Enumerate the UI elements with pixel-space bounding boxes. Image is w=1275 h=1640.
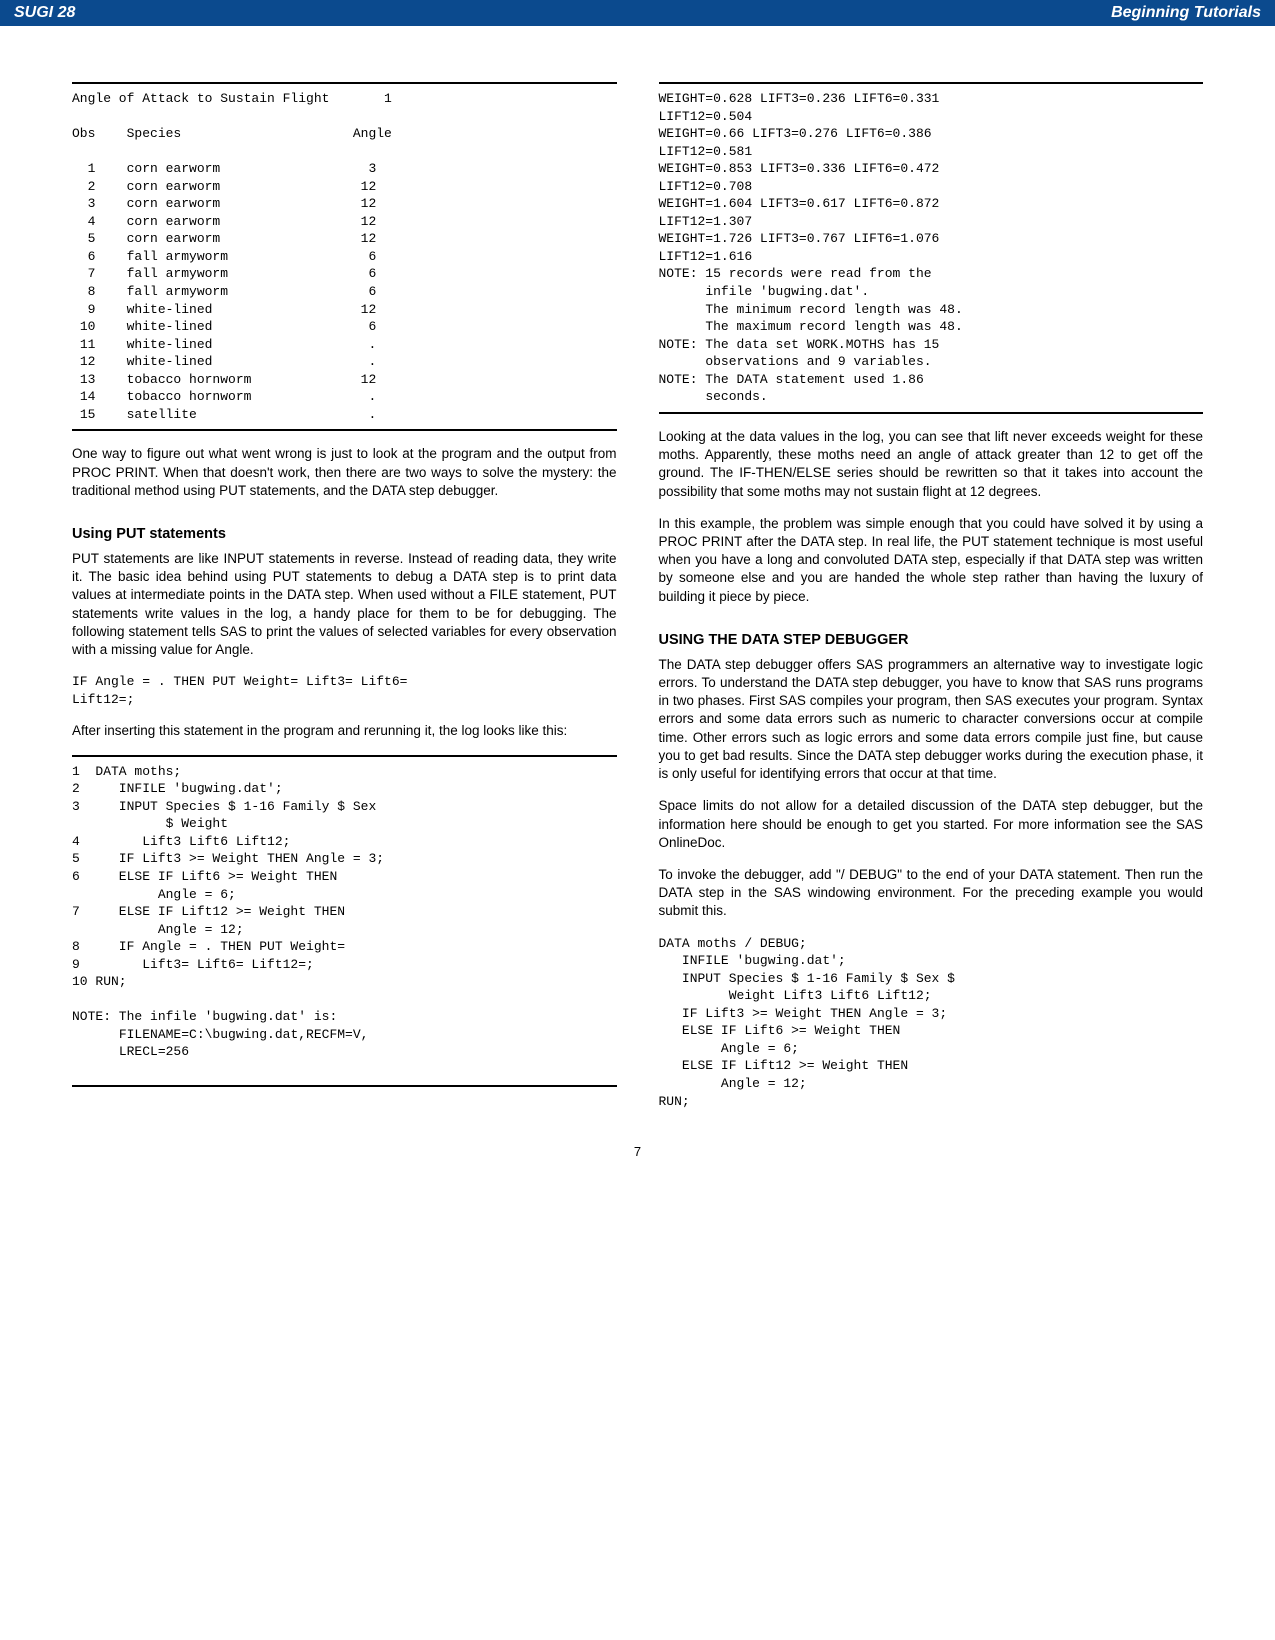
paragraph: In this example, the problem was simple … bbox=[659, 515, 1204, 606]
right-column: WEIGHT=0.628 LIFT3=0.236 LIFT6=0.331 LIF… bbox=[659, 76, 1204, 1124]
paragraph: PUT statements are like INPUT statements… bbox=[72, 550, 617, 659]
paragraph: After inserting this statement in the pr… bbox=[72, 722, 617, 740]
two-column-layout: Angle of Attack to Sustain Flight 1 Obs … bbox=[72, 76, 1203, 1124]
paragraph: Space limits do not allow for a detailed… bbox=[659, 797, 1204, 852]
output-listing-box: Angle of Attack to Sustain Flight 1 Obs … bbox=[72, 82, 617, 431]
section-heading-put: Using PUT statements bbox=[72, 526, 617, 542]
section-heading-debugger: USING THE DATA STEP DEBUGGER bbox=[659, 632, 1204, 648]
header-left: SUGI 28 bbox=[14, 4, 75, 22]
paragraph: The DATA step debugger offers SAS progra… bbox=[659, 656, 1204, 784]
header-right: Beginning Tutorials bbox=[1111, 4, 1261, 22]
page-body: Angle of Attack to Sustain Flight 1 Obs … bbox=[0, 26, 1275, 1189]
paragraph: One way to figure out what went wrong is… bbox=[72, 445, 617, 500]
paragraph: To invoke the debugger, add "/ DEBUG" to… bbox=[659, 866, 1204, 921]
paragraph: Looking at the data values in the log, y… bbox=[659, 428, 1204, 501]
log-listing-box: 1 DATA moths; 2 INFILE 'bugwing.dat'; 3 … bbox=[72, 755, 617, 1087]
code-snippet: IF Angle = . THEN PUT Weight= Lift3= Lif… bbox=[72, 673, 617, 708]
header-bar: SUGI 28 Beginning Tutorials bbox=[0, 0, 1275, 26]
code-snippet: DATA moths / DEBUG; INFILE 'bugwing.dat'… bbox=[659, 935, 1204, 1110]
page-number: 7 bbox=[72, 1144, 1203, 1159]
log-output-box: WEIGHT=0.628 LIFT3=0.236 LIFT6=0.331 LIF… bbox=[659, 82, 1204, 414]
left-column: Angle of Attack to Sustain Flight 1 Obs … bbox=[72, 76, 617, 1124]
